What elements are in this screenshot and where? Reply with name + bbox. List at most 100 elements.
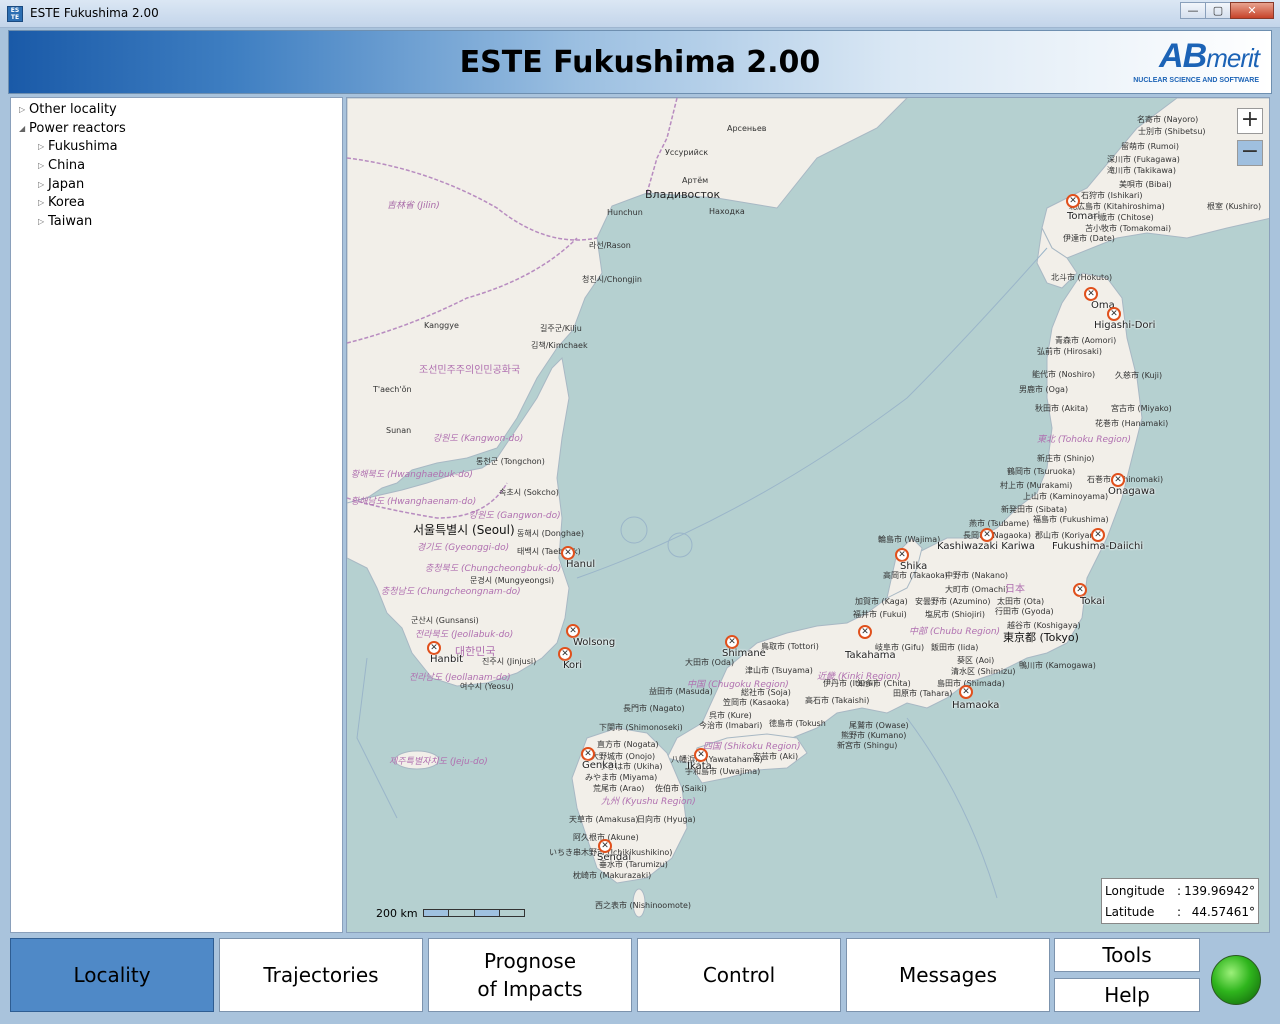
map-place-label: Арсеньев xyxy=(727,124,767,133)
map-place-label: 石巻市 (Ishinomaki) xyxy=(1087,475,1164,484)
map-place-label: 라선/Rason xyxy=(589,241,631,250)
minimize-button[interactable]: — xyxy=(1180,2,1206,19)
messages-button[interactable]: Messages xyxy=(846,938,1050,1012)
coordinates-readout: Longitude : 139.96942° Latitude : 44.574… xyxy=(1101,878,1259,924)
map-place-label: 葵区 (Aoi) xyxy=(957,656,995,665)
map-place-label: 天草市 (Amakusa) xyxy=(569,815,639,824)
reactor-label: Tomari xyxy=(1067,211,1101,222)
nuclear-reactor-icon[interactable]: ✕ xyxy=(598,839,612,853)
map-place-label: 中部 (Chubu Region) xyxy=(909,627,1001,637)
page-title: ESTE Fukushima 2.00 xyxy=(459,45,821,80)
map-place-label: 福井市 (Fukui) xyxy=(853,610,907,619)
map-place-label: 충청북도 (Chungcheongbuk-do) xyxy=(425,564,562,574)
map-place-label: 長門市 (Nagato) xyxy=(623,704,685,713)
tree-item-power-reactors[interactable]: ◢ Power reactors xyxy=(19,120,126,138)
nuclear-reactor-icon[interactable]: ✕ xyxy=(694,748,708,762)
nuclear-reactor-icon[interactable]: ✕ xyxy=(1073,583,1087,597)
abmerit-logo: ABmerit NUCLEAR SCIENCE AND SOFTWARE xyxy=(1109,37,1260,87)
window-title: ESTE Fukushima 2.00 xyxy=(30,6,159,20)
tools-button[interactable]: Tools xyxy=(1054,938,1200,972)
zoom-in-button[interactable]: + xyxy=(1237,108,1263,134)
nuclear-reactor-icon[interactable]: ✕ xyxy=(1107,307,1121,321)
map-place-label: 속초시 (Sokcho) xyxy=(499,488,559,497)
islet-circle xyxy=(667,532,693,558)
reactor-label: Onagawa xyxy=(1108,486,1156,497)
nuclear-reactor-icon[interactable]: ✕ xyxy=(1084,287,1098,301)
logo-ab-text: AB xyxy=(1159,37,1207,75)
tree-item-fukushima[interactable]: ▷ Fukushima xyxy=(38,138,118,156)
nuclear-reactor-icon[interactable]: ✕ xyxy=(725,635,739,649)
prognose-of-impacts-button[interactable]: Prognose of Impacts xyxy=(428,938,632,1012)
scale-label: 200 km xyxy=(376,907,418,920)
help-button[interactable]: Help xyxy=(1054,978,1200,1012)
map-place-label: 益田市 (Masuda) xyxy=(649,687,713,696)
map-place-label: 秋田市 (Akita) xyxy=(1035,404,1089,413)
nuclear-reactor-icon[interactable]: ✕ xyxy=(895,548,909,562)
reactor-label: Kori xyxy=(563,660,583,671)
nuclear-reactor-icon[interactable]: ✕ xyxy=(1091,528,1105,542)
tree-item-japan[interactable]: ▷ Japan xyxy=(38,176,84,194)
map-place-label: 中野市 (Nakano) xyxy=(945,571,1009,580)
map-place-label: 福島市 (Fukushima) xyxy=(1033,515,1109,524)
button-label: Help xyxy=(1104,983,1150,1007)
button-label: Locality xyxy=(73,963,151,987)
map-place-label: 동해시 (Donghae) xyxy=(517,529,584,538)
trajectories-button[interactable]: Trajectories xyxy=(219,938,423,1012)
reactor-label: Fukushima-Daiichi xyxy=(1052,541,1144,552)
separator: : xyxy=(1177,884,1182,898)
map-place-label: 日向市 (Hyuga) xyxy=(637,815,696,824)
close-button[interactable]: ✕ xyxy=(1230,2,1274,19)
map-place-label: 조선민주주의인민공화국 xyxy=(419,365,521,376)
status-light-icon xyxy=(1211,955,1261,1005)
nuclear-reactor-icon[interactable]: ✕ xyxy=(561,546,575,560)
nuclear-reactor-icon[interactable]: ✕ xyxy=(558,647,572,661)
expand-arrow-icon[interactable]: ▷ xyxy=(38,176,48,194)
nuclear-reactor-icon[interactable]: ✕ xyxy=(959,685,973,699)
map-place-label: 男鹿市 (Oga) xyxy=(1019,385,1069,394)
nuclear-reactor-icon[interactable]: ✕ xyxy=(581,747,595,761)
reactor-label: Sendai xyxy=(597,852,632,863)
reactor-label: Takahama xyxy=(845,650,896,661)
nuclear-reactor-icon[interactable]: ✕ xyxy=(980,528,994,542)
map-place-label: 下関市 (Shimonoseki) xyxy=(599,723,683,732)
map-place-label: 吉林省 (Jilin) xyxy=(387,201,440,211)
expand-arrow-icon[interactable]: ▷ xyxy=(38,194,48,212)
button-label: Control xyxy=(702,963,776,987)
tree-item-korea[interactable]: ▷ Korea xyxy=(38,194,85,212)
map-place-label: 塩尻市 (Shiojiri) xyxy=(925,610,986,619)
tree-item-china[interactable]: ▷ China xyxy=(38,157,85,175)
collapse-arrow-icon[interactable]: ◢ xyxy=(19,120,29,138)
locality-button[interactable]: Locality xyxy=(10,938,214,1012)
maximize-button[interactable]: ▢ xyxy=(1205,2,1231,19)
expand-arrow-icon[interactable]: ▷ xyxy=(19,101,29,119)
latitude-label: Latitude xyxy=(1105,905,1155,919)
map-view[interactable]: 吉林省 (Jilin) Владивосток Арсеньев Уссурийск А… xyxy=(346,97,1270,933)
scale-bar xyxy=(423,909,525,917)
map-place-label: 上山市 (Kaminoyama) xyxy=(1023,492,1109,501)
map-place-label: 서울특별시 (Seoul) xyxy=(413,523,515,537)
zoom-out-button[interactable]: − xyxy=(1237,140,1263,166)
nuclear-reactor-icon[interactable]: ✕ xyxy=(858,625,872,639)
map-place-label: 弘前市 (Hirosaki) xyxy=(1037,347,1102,356)
header-banner: ESTE Fukushima 2.00 ABmerit NUCLEAR SCIE… xyxy=(8,30,1272,94)
map-place-label: 八幡浜市 (Yawatahama) xyxy=(671,755,763,764)
nuclear-reactor-icon[interactable]: ✕ xyxy=(1111,473,1125,487)
expand-arrow-icon[interactable]: ▷ xyxy=(38,138,48,156)
nuclear-reactor-icon[interactable]: ✕ xyxy=(1066,194,1080,208)
map-place-label: T'aech'ŏn xyxy=(373,385,412,394)
map-place-label: 村上市 (Murakami) xyxy=(1000,481,1073,490)
tree-item-label: China xyxy=(48,158,86,173)
tree-item-taiwan[interactable]: ▷ Taiwan xyxy=(38,213,92,231)
tree-item-other-locality[interactable]: ▷ Other locality xyxy=(19,101,117,119)
nuclear-reactor-icon[interactable]: ✕ xyxy=(566,624,580,638)
tree-item-label: Japan xyxy=(48,177,85,192)
reactor-label: Tokai xyxy=(1080,596,1106,607)
map-place-label: 枕崎市 (Makurazaki) xyxy=(573,871,652,880)
expand-arrow-icon[interactable]: ▷ xyxy=(38,213,48,231)
nuclear-reactor-icon[interactable]: ✕ xyxy=(427,641,441,655)
map-place-label: 길주군/Kilju xyxy=(540,324,582,333)
expand-arrow-icon[interactable]: ▷ xyxy=(38,157,48,175)
reactor-label: Hanbit xyxy=(430,654,464,665)
control-button[interactable]: Control xyxy=(637,938,841,1012)
map-place-label: 清水区 (Shimizu) xyxy=(951,667,1016,676)
